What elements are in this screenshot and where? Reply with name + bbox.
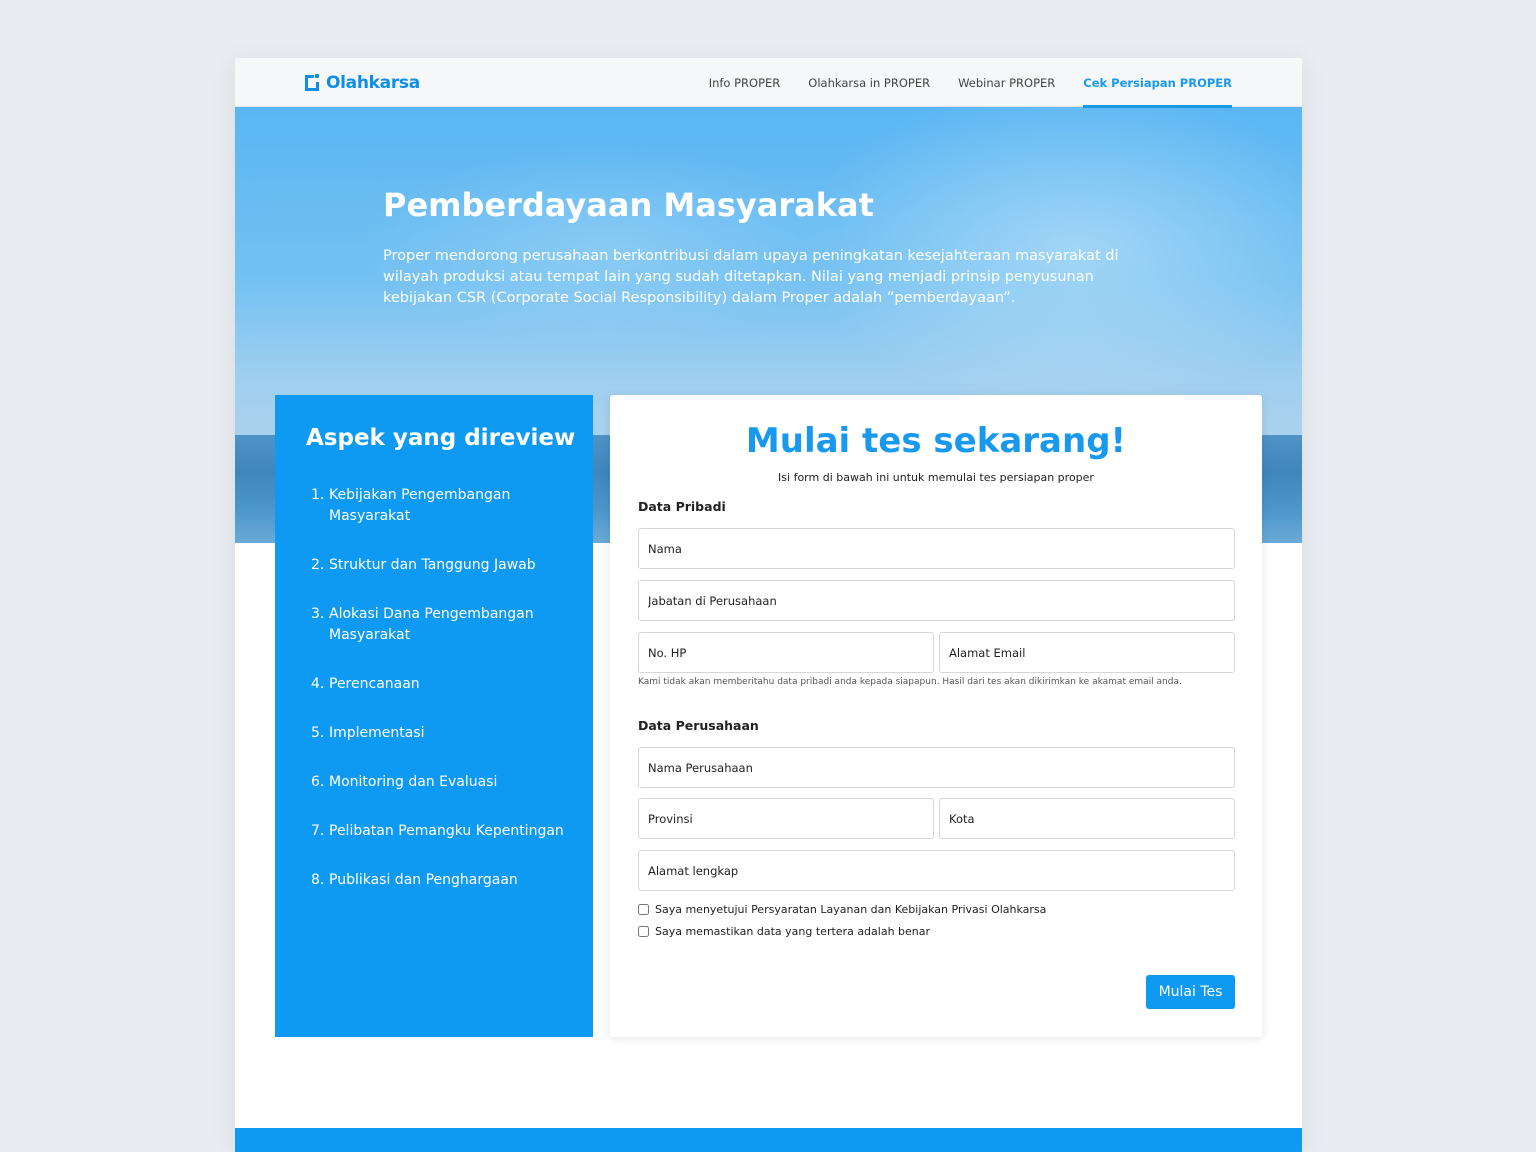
aspect-item: 6. Monitoring dan Evaluasi bbox=[311, 772, 571, 793]
aspect-item-number: 2. bbox=[311, 557, 325, 573]
start-test-button[interactable]: Mulai Tes bbox=[1146, 975, 1235, 1009]
company-data-label: Data Perusahaan bbox=[638, 718, 759, 733]
navbar: Olahkarsa Info PROPER Olahkarsa in PROPE… bbox=[235, 58, 1302, 108]
hero-description: Proper mendorong perusahaan berkontribus… bbox=[383, 248, 1119, 306]
footer-strip bbox=[235, 1128, 1302, 1152]
aspect-item: 2. Struktur dan Tanggung Jawab bbox=[311, 555, 571, 576]
aspect-item-number: 6. bbox=[311, 774, 325, 790]
confirm-checkbox[interactable] bbox=[638, 926, 649, 937]
aspect-panel: Aspek yang direview 1. Kebijakan Pengemba… bbox=[275, 395, 593, 1037]
test-form-card: Mulai tes sekarang! Isi form di bawah in… bbox=[610, 395, 1262, 1037]
aspect-item-number: 1. bbox=[311, 487, 325, 503]
confirm-checkbox-row[interactable]: Saya memastikan data yang tertera adalah… bbox=[638, 925, 930, 938]
aspect-item: 1. Kebijakan Pengembangan Masyarakat bbox=[311, 485, 571, 527]
company-name-input[interactable] bbox=[638, 747, 1235, 788]
confirm-checkbox-label: Saya memastikan data yang tertera adalah… bbox=[655, 925, 931, 938]
page-frame: Olahkarsa Info PROPER Olahkarsa in PROPE… bbox=[235, 58, 1302, 1152]
olahkarsa-logo-icon bbox=[305, 74, 319, 91]
aspect-item: 5. Implementasi bbox=[311, 723, 571, 744]
privacy-note: Kami tidak akan memberitahu data pribadi… bbox=[638, 677, 1182, 687]
position-input[interactable] bbox=[638, 580, 1235, 621]
city-input[interactable] bbox=[939, 798, 1235, 839]
aspect-item: 4. Perencanaan bbox=[311, 674, 571, 695]
address-input[interactable] bbox=[638, 850, 1235, 891]
nav-item-info-proper[interactable]: Info PROPER bbox=[709, 58, 781, 107]
nav-item-webinar-proper[interactable]: Webinar PROPER bbox=[958, 58, 1055, 107]
email-input[interactable] bbox=[939, 632, 1235, 673]
form-title: Mulai tes sekarang! bbox=[745, 421, 1127, 461]
aspect-item-number: 4. bbox=[311, 676, 325, 692]
aspect-panel-title: Aspek yang direview bbox=[306, 425, 576, 451]
aspect-item-number: 8. bbox=[311, 872, 325, 888]
hero-title: Pemberdayaan Masyarakat bbox=[383, 186, 874, 224]
aspect-item-number: 3. bbox=[311, 606, 325, 622]
phone-input[interactable] bbox=[638, 632, 934, 673]
aspect-item-label: Publikasi dan Penghargaan bbox=[329, 872, 518, 888]
terms-checkbox[interactable] bbox=[638, 904, 649, 915]
nav-links: Info PROPER Olahkarsa in PROPER Webinar … bbox=[709, 58, 1232, 108]
aspect-item-label: Monitoring dan Evaluasi bbox=[329, 774, 498, 790]
aspect-item-label: Struktur dan Tanggung Jawab bbox=[329, 557, 536, 573]
aspect-item-label: Kebijakan Pengembangan Masyarakat bbox=[329, 487, 511, 524]
terms-checkbox-label: Saya menyetujui Persyaratan Layanan dan … bbox=[655, 903, 1047, 916]
province-input[interactable] bbox=[638, 798, 934, 839]
aspect-item-label: Implementasi bbox=[329, 725, 425, 741]
aspect-list: 1. Kebijakan Pengembangan Masyarakat 2. St… bbox=[311, 485, 571, 919]
logo[interactable]: Olahkarsa bbox=[302, 71, 420, 95]
form-subtitle: Isi form di bawah ini untuk memulai tes … bbox=[778, 471, 1094, 484]
aspect-item-label: Perencanaan bbox=[329, 676, 420, 692]
nav-item-olahkarsa-in-proper[interactable]: Olahkarsa in PROPER bbox=[808, 58, 930, 107]
aspect-item-label: Pelibatan Pemangku Kepentingan bbox=[329, 823, 564, 839]
aspect-item-number: 5. bbox=[311, 725, 325, 741]
aspect-item: 7. Pelibatan Pemangku Kepentingan bbox=[311, 821, 571, 842]
nav-item-cek-persiapan-proper[interactable]: Cek Persiapan PROPER bbox=[1083, 58, 1232, 108]
personal-data-label: Data Pribadi bbox=[638, 499, 726, 514]
aspect-item: 8. Publikasi dan Penghargaan bbox=[311, 870, 571, 891]
aspect-item-number: 7. bbox=[311, 823, 325, 839]
aspect-item: 3. Alokasi Dana Pengembangan Masyarakat bbox=[311, 604, 571, 646]
brand-name: Olahkarsa bbox=[326, 73, 420, 93]
name-input[interactable] bbox=[638, 528, 1235, 569]
terms-checkbox-row[interactable]: Saya menyetujui Persyaratan Layanan dan … bbox=[638, 903, 1046, 916]
aspect-item-label: Alokasi Dana Pengembangan Masyarakat bbox=[329, 606, 534, 643]
